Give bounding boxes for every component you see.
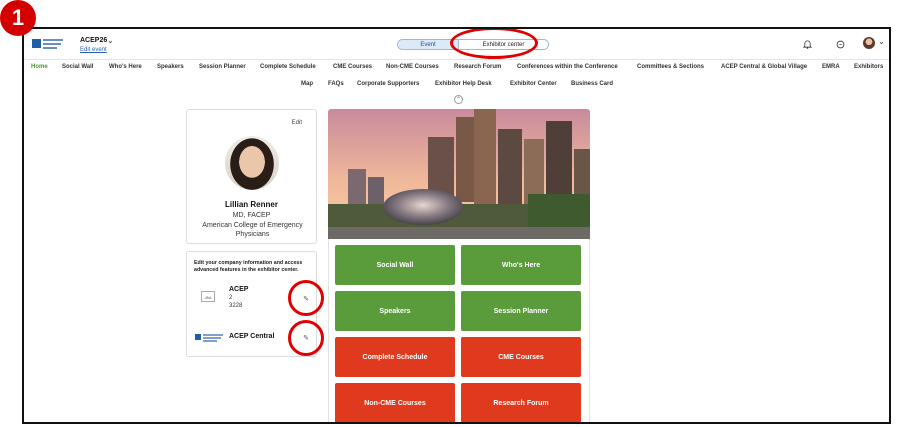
- nav-emra[interactable]: EMRA: [822, 64, 840, 70]
- acep-logo: [32, 37, 64, 51]
- company-note: Edit your company information and access…: [194, 260, 303, 273]
- hero-image: [328, 109, 590, 239]
- acep-central-logo: [195, 333, 225, 342]
- company-detail: 3228: [229, 303, 243, 309]
- tile-session-planner[interactable]: Session Planner: [461, 291, 581, 331]
- nav-social-wall[interactable]: Social Wall: [62, 64, 93, 70]
- nav-session-planner[interactable]: Session Planner: [199, 64, 246, 70]
- edit-event-link[interactable]: Edit event: [80, 47, 107, 53]
- tile-social-wall[interactable]: Social Wall: [335, 245, 455, 285]
- image-placeholder-icon: [201, 291, 215, 302]
- switch-event-button[interactable]: Event: [398, 40, 459, 49]
- tile-whos-here[interactable]: Who's Here: [461, 245, 581, 285]
- switch-exhibitor-center-button[interactable]: Exhibitor center: [459, 40, 548, 49]
- edit-profile-link[interactable]: Edit: [292, 120, 302, 126]
- event-exhibitor-switch: Event Exhibitor center: [397, 39, 549, 50]
- nav-conferences[interactable]: Conferences within the Conference: [517, 64, 618, 70]
- chat-icon[interactable]: [835, 39, 845, 49]
- tile-research-forum[interactable]: Research Forum: [461, 383, 581, 422]
- nav-business-card[interactable]: Business Card: [571, 81, 613, 87]
- quick-links-panel: Social Wall Who's Here Speakers Session …: [328, 239, 590, 422]
- main-nav-row-2: Map FAQs Corporate Supporters Exhibitor …: [24, 81, 889, 93]
- company-name: ACEP Central: [229, 333, 275, 340]
- top-bar: ACEP26 ⌄ Edit event Event Exhibitor cent…: [24, 29, 889, 59]
- profile-organization: American College of Emergency Physicians: [202, 222, 303, 238]
- chevron-down-icon[interactable]: ⌄: [107, 36, 114, 45]
- bell-icon[interactable]: [802, 39, 812, 49]
- profile-card: Edit Lillian Renner MD, FACEP American C…: [186, 109, 317, 244]
- nav-complete-schedule[interactable]: Complete Schedule: [260, 64, 316, 70]
- tile-speakers[interactable]: Speakers: [335, 291, 455, 331]
- app-window: ACEP26 ⌄ Edit event Event Exhibitor cent…: [22, 27, 891, 424]
- nav-research-forum[interactable]: Research Forum: [454, 64, 501, 70]
- chevron-down-icon[interactable]: ⌄: [878, 37, 885, 46]
- tile-cme-courses[interactable]: CME Courses: [461, 337, 581, 377]
- nav-home[interactable]: Home: [31, 64, 48, 70]
- profile-name: Lillian Renner: [225, 200, 278, 209]
- nav-exhibitor-center[interactable]: Exhibitor Center: [510, 81, 557, 87]
- nav-cme-courses[interactable]: CME Courses: [333, 64, 372, 70]
- nav-exhibitors[interactable]: Exhibitors: [854, 64, 883, 70]
- nav-acep-central[interactable]: ACEP Central & Global Village: [721, 64, 807, 70]
- company-card: Edit your company information and access…: [186, 251, 324, 357]
- header-divider: [24, 59, 889, 60]
- nav-speakers[interactable]: Speakers: [157, 64, 184, 70]
- pencil-icon[interactable]: ✎: [301, 333, 311, 343]
- tile-complete-schedule[interactable]: Complete Schedule: [335, 337, 455, 377]
- profile-title: MD, FACEP: [232, 212, 271, 219]
- avatar[interactable]: [863, 37, 875, 49]
- collapse-nav-button[interactable]: ⌃: [454, 95, 463, 104]
- nav-corporate-supporters[interactable]: Corporate Supporters: [357, 81, 419, 87]
- nav-exhibitor-help-desk[interactable]: Exhibitor Help Desk: [435, 81, 492, 87]
- company-detail: 2: [229, 295, 233, 301]
- nav-faqs[interactable]: FAQs: [328, 81, 344, 87]
- nav-non-cme-courses[interactable]: Non-CME Courses: [386, 64, 439, 70]
- nav-map[interactable]: Map: [301, 81, 313, 87]
- nav-whos-here[interactable]: Who's Here: [109, 64, 142, 70]
- nav-committees-sections[interactable]: Committees & Sections: [637, 64, 704, 70]
- profile-photo: [225, 136, 279, 190]
- main-nav-row-1: Home Social Wall Who's Here Speakers Ses…: [24, 64, 889, 76]
- step-number-badge: 1: [0, 0, 36, 36]
- event-name[interactable]: ACEP26: [80, 37, 107, 44]
- tile-non-cme-courses[interactable]: Non-CME Courses: [335, 383, 455, 422]
- pencil-icon[interactable]: ✎: [301, 294, 311, 304]
- company-name: ACEP: [229, 286, 249, 293]
